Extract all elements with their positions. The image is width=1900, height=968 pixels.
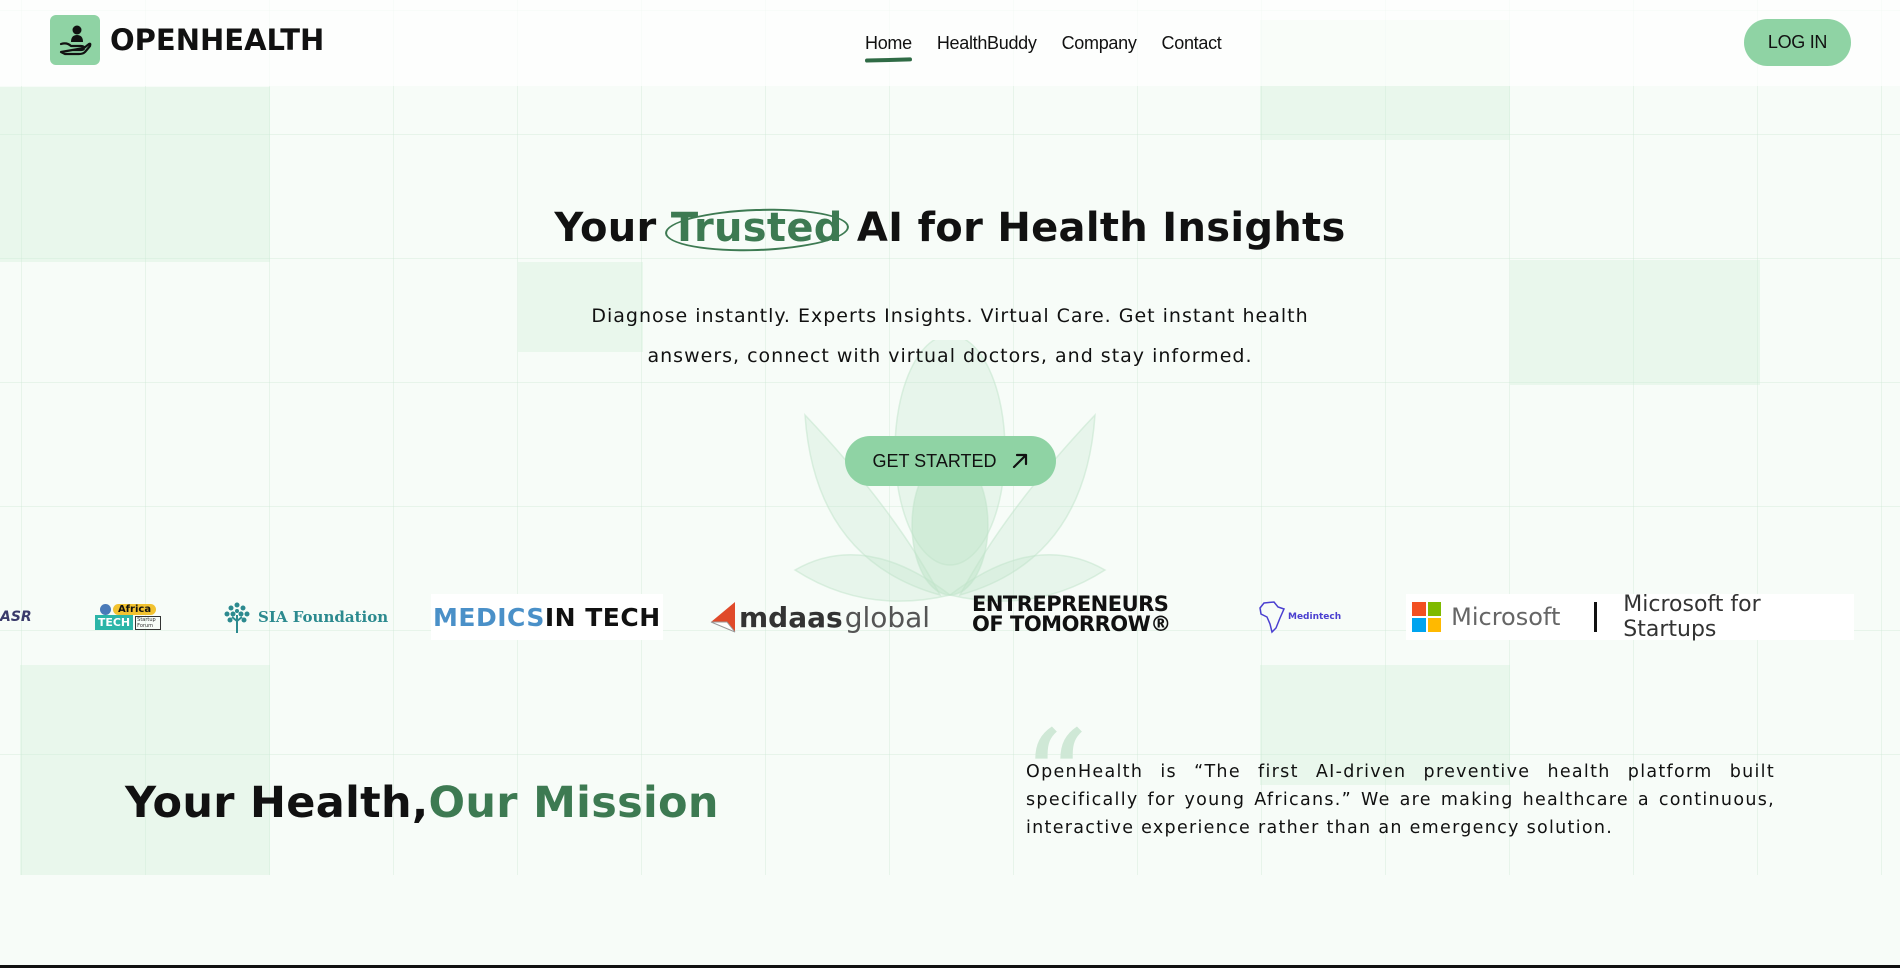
partner-sia-text: SIA Foundation: [258, 608, 389, 626]
triangle-icon: [710, 602, 736, 633]
mission-title: Your Health,Our Mission: [125, 778, 719, 828]
partner-mdaas-text: mdaas: [739, 600, 843, 634]
main-nav: Home HealthBuddy Company Contact: [865, 33, 1222, 54]
partner-medintech-logo: Medintech: [1258, 594, 1341, 640]
partner-microsoft-text: Microsoft: [1451, 603, 1561, 631]
partner-medics-in-tech-logo: MEDICS IN TECH: [431, 594, 663, 640]
hero-subtitle-line: answers, connect with virtual doctors, a…: [647, 345, 1253, 367]
brand-name: OPENHEALTH: [110, 23, 325, 57]
partner-africa-tech-logo: Africa TECH Startup Forum: [94, 594, 162, 640]
partner-asr-text: ASR: [0, 609, 32, 625]
partners-strip: ASR Africa TECH Startup Forum SIA Founda…: [0, 592, 1900, 642]
partner-eot-line1: ENTREPRENEURS: [972, 592, 1169, 616]
hero-subtitle: Diagnose instantly. Experts Insights. Vi…: [560, 296, 1340, 376]
get-started-label: GET STARTED: [872, 450, 997, 471]
globe-icon: [99, 604, 111, 615]
partner-in-tech-text: IN TECH: [544, 602, 661, 632]
tree-icon: [224, 602, 250, 633]
partner-eot-line2: OF TOMORROW®: [972, 612, 1171, 636]
brand-logo[interactable]: OPENHEALTH: [50, 15, 324, 65]
partner-asr-logo: ASR: [0, 594, 32, 640]
partner-ms-startups-text: Microsoft for Startups: [1623, 592, 1761, 642]
microsoft-logo-icon: [1412, 602, 1442, 632]
partner-medintech-text: Medintech: [1288, 612, 1342, 622]
get-started-button[interactable]: GET STARTED: [845, 436, 1056, 486]
partner-sia-logo: SIA Foundation: [222, 594, 388, 640]
hero-title: Your Trusted AI for Health Insights: [0, 205, 1900, 251]
partner-global-text: global: [844, 600, 931, 634]
login-button[interactable]: LOG IN: [1744, 19, 1851, 66]
partner-mdaas-logo: mdaas global: [709, 594, 930, 640]
mission-title-accent: Our Mission: [428, 778, 719, 828]
nav-home[interactable]: Home: [865, 33, 912, 54]
partner-entrepreneurs-of-tomorrow-logo: ENTREPRENEURS OF TOMORROW®: [972, 594, 1171, 640]
hero-title-highlight: Trusted: [670, 205, 843, 251]
partner-tech-text: TECH: [94, 615, 134, 630]
nav-contact[interactable]: Contact: [1162, 33, 1222, 54]
nav-healthbuddy[interactable]: HealthBuddy: [937, 33, 1037, 54]
hero-title-start: Your: [554, 205, 671, 251]
site-header: OPENHEALTH Home HealthBuddy Company Cont…: [0, 0, 1900, 86]
partner-startup-forum-text: Startup Forum: [135, 615, 162, 630]
hand-holding-person-icon: [50, 15, 100, 65]
hero-title-end: AI for Health Insights: [842, 205, 1346, 251]
arrow-up-right-icon: [1012, 453, 1027, 469]
mission-text: OpenHealth is “The first AI-driven preve…: [1026, 762, 1775, 838]
partner-medics-text: MEDICS: [433, 602, 545, 632]
mission-title-main: Your Health,: [125, 778, 429, 828]
background-tile: [20, 665, 270, 875]
africa-map-icon: [1259, 601, 1286, 634]
divider: [1594, 602, 1598, 632]
nav-company[interactable]: Company: [1062, 33, 1137, 54]
partner-microsoft-for-startups-logo: Microsoft Microsoft for Startups: [1406, 592, 1854, 642]
partner-africa-text: Africa: [112, 604, 157, 615]
hero-subtitle-line: Diagnose instantly. Experts Insights. Vi…: [591, 305, 1309, 327]
background-tile: [1510, 260, 1760, 385]
